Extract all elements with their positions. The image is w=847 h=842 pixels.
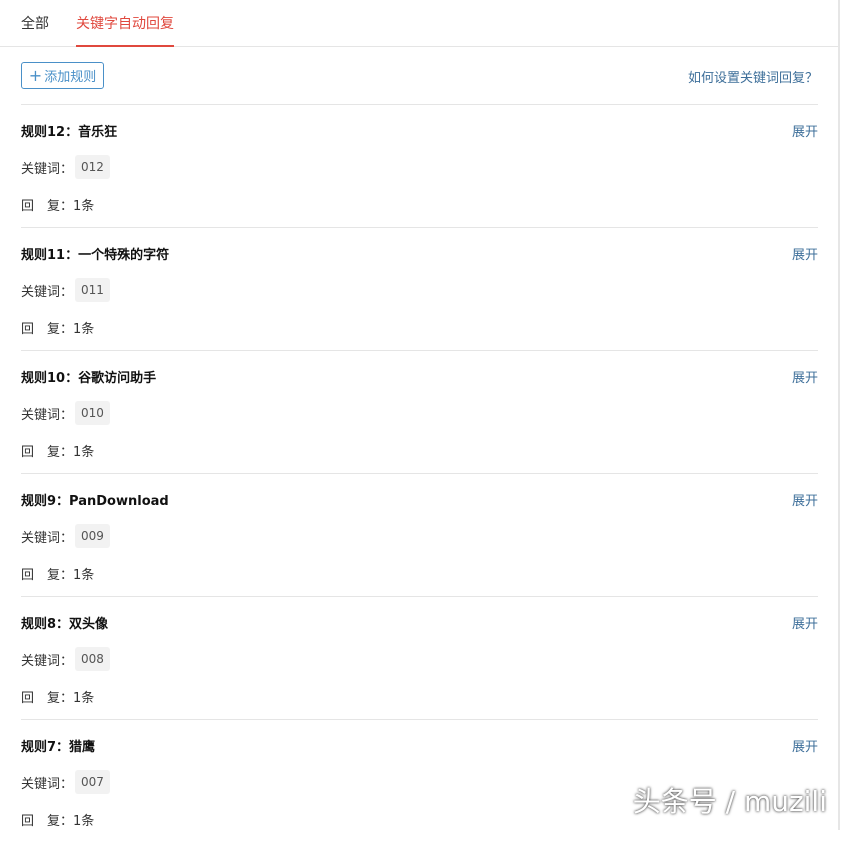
keyword-tag: 012: [75, 155, 110, 179]
reply-row: 回 复：1条: [21, 195, 94, 214]
reply-count: 1条: [73, 322, 95, 337]
keyword-label: 关键词：: [21, 161, 74, 177]
expand-link[interactable]: 展开: [792, 613, 818, 632]
reply-row: 回 复：1条: [21, 810, 94, 829]
tab-keyword-auto-reply[interactable]: 关键字自动回复: [76, 13, 174, 47]
keyword-row: 关键词： 007: [21, 770, 110, 794]
keyword-row: 关键词： 009: [21, 524, 110, 548]
keyword-row: 关键词： 011: [21, 278, 110, 302]
reply-count: 1条: [73, 445, 95, 460]
keyword-tag: 011: [75, 278, 110, 302]
reply-row: 回 复：1条: [21, 318, 94, 337]
keyword-label: 关键词：: [21, 407, 74, 423]
reply-label: 回 复：: [21, 568, 74, 583]
reply-row: 回 复：1条: [21, 687, 94, 706]
rule-item: 规则10：谷歌访问助手 展开 关键词： 010 回 复：1条: [21, 350, 818, 473]
rule-title: 规则7：猎鹰: [21, 740, 96, 755]
reply-count: 1条: [73, 199, 95, 214]
rule-title: 规则11：一个特殊的字符: [21, 248, 170, 263]
expand-link[interactable]: 展开: [792, 367, 818, 386]
rule-list: 规则12：音乐狂 展开 关键词： 012 回 复：1条 规则11：一个特殊的字符…: [21, 104, 818, 842]
plus-icon: +: [28, 65, 43, 85]
keyword-tag: 009: [75, 524, 110, 548]
toolbar: + 添加规则 如何设置关键词回复？: [21, 62, 818, 92]
expand-link[interactable]: 展开: [792, 121, 818, 140]
reply-row: 回 复：1条: [21, 564, 94, 583]
rule-item: 规则8：双头像 展开 关键词： 008 回 复：1条: [21, 596, 818, 719]
tab-bar: 全部 关键字自动回复: [0, 0, 838, 47]
reply-count: 1条: [73, 568, 95, 583]
keyword-tag: 010: [75, 401, 110, 425]
reply-count: 1条: [73, 814, 95, 829]
keyword-row: 关键词： 010: [21, 401, 110, 425]
keyword-label: 关键词：: [21, 284, 74, 300]
reply-label: 回 复：: [21, 691, 74, 706]
rule-item: 规则11：一个特殊的字符 展开 关键词： 011 回 复：1条: [21, 227, 818, 350]
rule-item: 规则9：PanDownload 展开 关键词： 009 回 复：1条: [21, 473, 818, 596]
keyword-tag: 007: [75, 770, 110, 794]
reply-label: 回 复：: [21, 814, 74, 829]
reply-row: 回 复：1条: [21, 441, 94, 460]
content-right-border: [838, 0, 840, 830]
keyword-tag: 008: [75, 647, 110, 671]
keyword-label: 关键词：: [21, 776, 74, 792]
keyword-reply-help-link[interactable]: 如何设置关键词回复？: [688, 67, 818, 86]
expand-link[interactable]: 展开: [792, 490, 818, 509]
rule-title: 规则12：音乐狂: [21, 125, 118, 140]
rule-title: 规则8：双头像: [21, 617, 109, 632]
reply-label: 回 复：: [21, 322, 74, 337]
reply-count: 1条: [73, 691, 95, 706]
rule-title: 规则10：谷歌访问助手: [21, 371, 157, 386]
reply-label: 回 复：: [21, 199, 74, 214]
rule-title: 规则9：PanDownload: [21, 494, 169, 509]
rule-item: 规则12：音乐狂 展开 关键词： 012 回 复：1条: [21, 104, 818, 227]
keyword-row: 关键词： 012: [21, 155, 110, 179]
add-rule-label: 添加规则: [44, 70, 97, 85]
watermark: 头条号 / muzili: [632, 785, 827, 818]
add-rule-button[interactable]: + 添加规则: [21, 62, 104, 89]
keyword-label: 关键词：: [21, 530, 74, 546]
keyword-label: 关键词：: [21, 653, 74, 669]
expand-link[interactable]: 展开: [792, 244, 818, 263]
tab-all[interactable]: 全部: [21, 13, 49, 33]
expand-link[interactable]: 展开: [792, 736, 818, 755]
reply-label: 回 复：: [21, 445, 74, 460]
keyword-row: 关键词： 008: [21, 647, 110, 671]
